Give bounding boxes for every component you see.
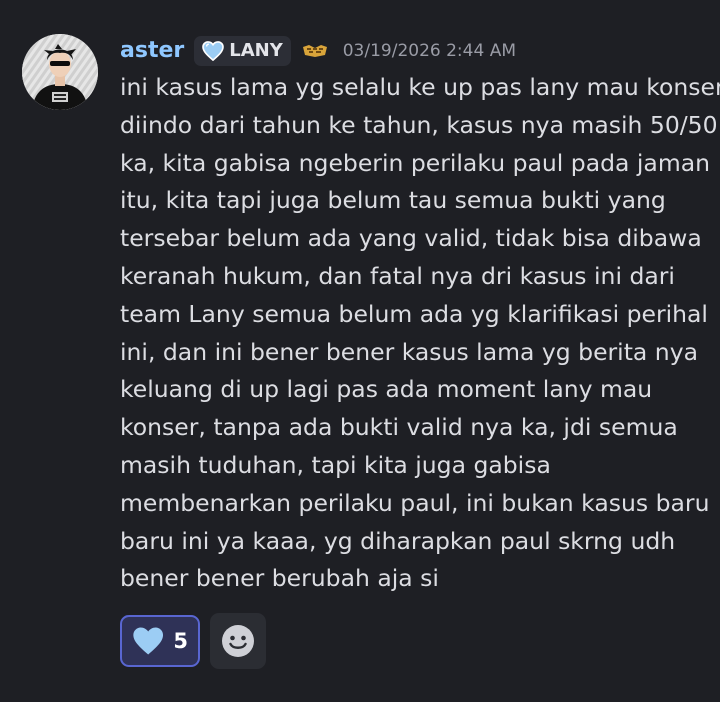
heart-icon: [202, 41, 225, 61]
message-timestamp: 03/19/2026 2:44 AM: [342, 41, 516, 61]
message-line: itu, kita tapi juga belum tau semua bukt…: [120, 186, 666, 215]
message-header: aster LANY 03/19/2026 2:44 AM: [120, 36, 516, 66]
message-line: keluang di up lagi pas ada moment lany m…: [120, 375, 653, 404]
smiley-icon: [222, 625, 254, 657]
server-tag-label: LANY: [229, 40, 283, 61]
message-line: ini, dan ini bener bener kasus lama yg b…: [120, 337, 698, 366]
reactions-bar: 5: [120, 613, 266, 669]
light-blue-heart-icon: [133, 627, 164, 655]
reaction-count: 5: [173, 629, 188, 653]
chat-message: aster LANY 03/19/2026 2:44 AM ini kasus …: [0, 0, 720, 702]
message-line: tersebar belum ada yang valid, tidak bis…: [120, 224, 702, 253]
user-avatar[interactable]: [22, 34, 98, 110]
message-line: baru ini ya kaaa, yg diharapkan paul skr…: [120, 526, 676, 555]
message-line: konser, tanpa ada bukti valid nya ka, jd…: [120, 413, 678, 442]
username[interactable]: aster: [120, 36, 184, 66]
message-line: diindo dari tahun ke tahun, kasus nya ma…: [120, 110, 718, 139]
message-line: keranah hukum, dan fatal nya dri kasus i…: [120, 261, 675, 290]
message-line: membenarkan perilaku paul, ini bukan kas…: [120, 488, 710, 517]
server-tag-badge[interactable]: LANY: [194, 36, 291, 66]
message-line: team Lany semua belum ada yg klarifikasi…: [120, 299, 708, 328]
message-content: ini kasus lama yg selalu ke up pas lany …: [120, 69, 720, 598]
message-line: ini kasus lama yg selalu ke up pas lany …: [120, 73, 720, 101]
message-line: ka, kita gabisa ngeberin perilaku paul p…: [120, 148, 711, 177]
avatar-photo-icon: [22, 34, 98, 110]
reaction-heart-button[interactable]: 5: [120, 615, 200, 667]
message-line: masih tuduhan, tapi kita juga gabisa: [120, 450, 551, 479]
add-reaction-button[interactable]: [210, 613, 266, 669]
role-emblem-icon[interactable]: [301, 43, 329, 59]
message-line: bener bener berubah aja si: [120, 564, 439, 593]
